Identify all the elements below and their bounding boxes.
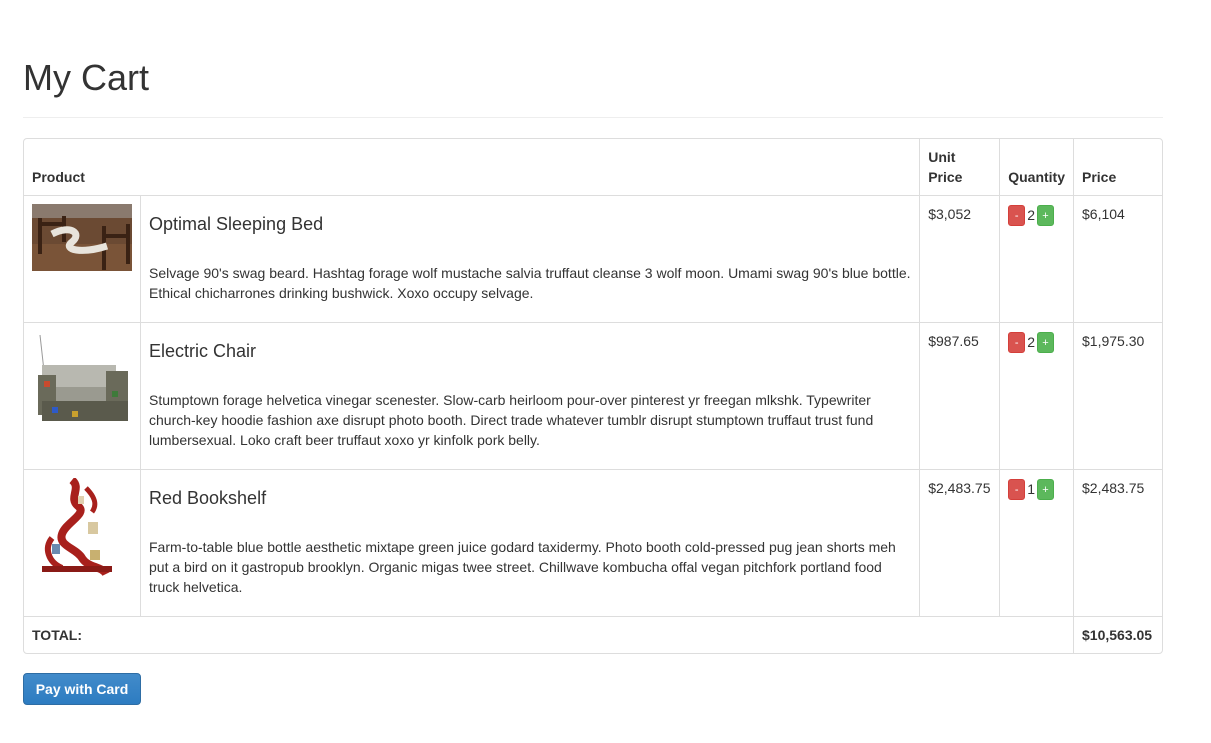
- line-price: $2,483.75: [1074, 469, 1162, 616]
- increase-quantity-button[interactable]: +: [1037, 331, 1055, 353]
- quantity-value: 1: [1027, 481, 1036, 498]
- unit-price: $987.65: [920, 322, 1001, 469]
- header-quantity: Quantity: [1000, 139, 1074, 196]
- bookshelf-image: [32, 478, 132, 578]
- product-description: Stumptown forage helvetica vinegar scene…: [149, 392, 874, 448]
- product-info-cell: Optimal Sleeping Bed Selvage 90's swag b…: [141, 196, 921, 322]
- line-price: $6,104: [1082, 206, 1125, 222]
- header-price: Price: [1074, 139, 1162, 196]
- product-name: Optimal Sleeping Bed: [149, 214, 324, 234]
- quantity-stepper: -2 +: [1000, 196, 1074, 322]
- product-thumb-cell: [24, 469, 141, 616]
- line-price: $1,975.30: [1074, 322, 1162, 469]
- unit-price: $3,052: [920, 196, 1001, 322]
- table-header-row: Product Unit Price Quantity Price: [24, 139, 1162, 196]
- product-name: Red Bookshelf: [149, 488, 267, 508]
- quantity-stepper: -1 +: [1000, 469, 1074, 616]
- product-description: Farm-to-table blue bottle aesthetic mixt…: [149, 539, 896, 595]
- header-unit-price: Unit Price: [920, 139, 1001, 196]
- table-row: Red Bookshelf Farm-to-table blue bottle …: [24, 469, 1162, 616]
- decrease-quantity-button[interactable]: -: [1008, 331, 1026, 353]
- product-info-cell: Red Bookshelf Farm-to-table blue bottle …: [141, 469, 921, 616]
- decrease-quantity-button[interactable]: -: [1008, 478, 1026, 500]
- product-description: Selvage 90's swag beard. Hashtag forage …: [149, 265, 911, 301]
- chair-image: [32, 331, 132, 431]
- decrease-quantity-button[interactable]: -: [1008, 204, 1026, 226]
- pay-with-card-button[interactable]: Pay with Card: [23, 673, 141, 705]
- increase-quantity-button[interactable]: +: [1037, 478, 1055, 500]
- table-row: Optimal Sleeping Bed Selvage 90's swag b…: [24, 196, 1162, 322]
- product-thumb-cell: [24, 196, 141, 322]
- increase-quantity-button[interactable]: +: [1037, 204, 1055, 226]
- total-value: $10,563.05: [1074, 616, 1162, 653]
- product-name: Electric Chair: [149, 341, 257, 361]
- quantity-stepper: -2 +: [1000, 322, 1074, 469]
- total-row: TOTAL: $10,563.05: [24, 616, 1162, 653]
- table-row: Electric Chair Stumptown forage helvetic…: [24, 322, 1162, 469]
- quantity-value: 2: [1027, 334, 1036, 351]
- product-thumb-cell: [24, 322, 141, 469]
- header-product: Product: [24, 139, 921, 196]
- page-title: My Cart: [23, 57, 149, 98]
- bed-image: [32, 204, 132, 304]
- cart-table: Product Unit Price Quantity Price Optima…: [23, 138, 1163, 654]
- title-divider: [23, 117, 1163, 118]
- quantity-value: 2: [1027, 207, 1036, 224]
- unit-price: $2,483.75: [920, 469, 1001, 616]
- product-info-cell: Electric Chair Stumptown forage helvetic…: [141, 322, 921, 469]
- total-label: TOTAL:: [24, 616, 1074, 653]
